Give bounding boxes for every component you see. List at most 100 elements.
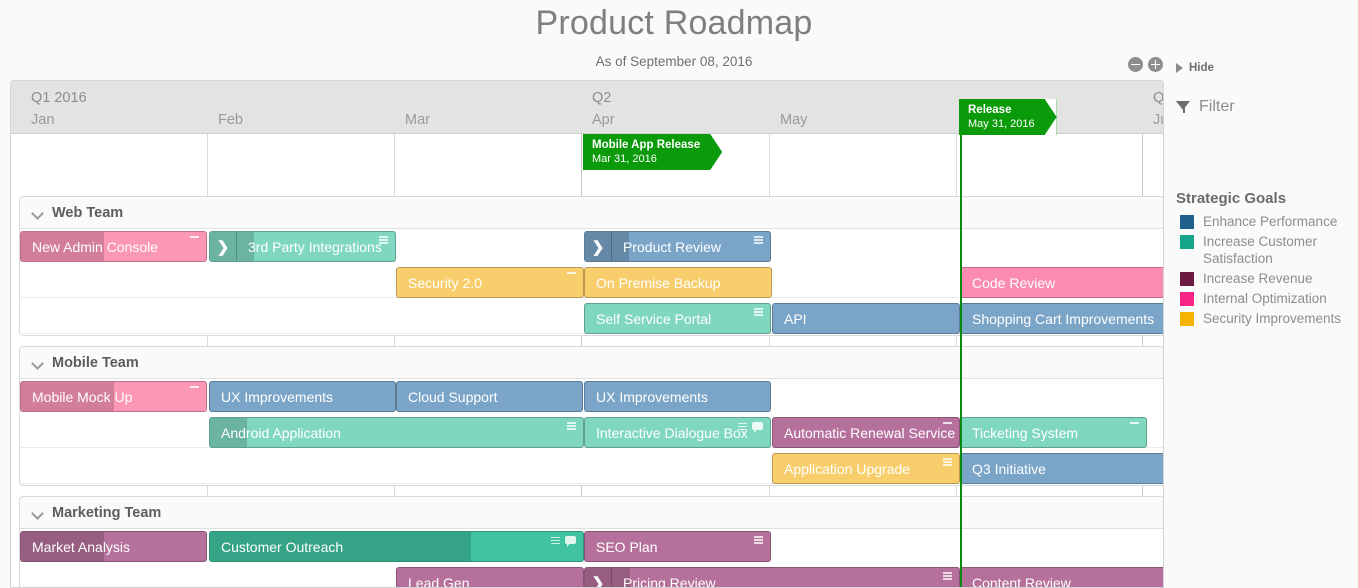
chevron-right-icon[interactable]: ❯ [585,568,612,588]
chevron-right-icon[interactable]: ❯ [210,232,237,261]
legend-label: Increase Customer Satisfaction [1203,233,1358,267]
task-bar[interactable]: Code Review [960,267,1164,298]
task-bar[interactable]: On Premise Backup [584,267,772,298]
chevron-down-icon[interactable] [32,506,45,519]
chevron-down-icon[interactable] [32,206,45,219]
menu-icon[interactable] [754,536,763,543]
comment-icon[interactable] [752,422,763,430]
menu-icon[interactable] [754,308,763,315]
task-bar[interactable]: Automatic Renewal Service [772,417,960,448]
milestone-body: Mobile App ReleaseMar 31, 2016 [583,134,722,170]
menu-icon[interactable] [738,423,747,430]
task-bar[interactable]: Shopping Cart Improvements [960,303,1164,334]
task-bar[interactable]: Content Review [960,567,1164,588]
group-header[interactable]: Marketing Team [20,497,1164,529]
milestone-flag[interactable]: ReleaseMay 31, 2016 [959,99,1057,135]
chevron-down-icon[interactable] [32,356,45,369]
filter-button[interactable]: Filter [1176,98,1358,116]
task-bar[interactable]: Interactive Dialogue Box [584,417,771,448]
task-bar[interactable]: Security 2.0 [396,267,584,298]
task-bar[interactable]: UX Improvements [584,381,771,412]
task-bar[interactable]: Ticketing System [960,417,1147,448]
task-label: Product Review [612,239,721,255]
hide-toggle[interactable]: Hide [1176,62,1358,74]
task-bar[interactable]: Lead Gen [396,567,584,588]
menu-icon[interactable] [754,236,763,243]
dash-icon[interactable] [567,272,576,274]
task-label: UX Improvements [585,389,708,405]
milestone-body: ReleaseMay 31, 2016 [959,99,1057,135]
task-icons [567,422,576,429]
legend-label: Security Improvements [1203,310,1341,327]
today-marker-line [960,134,962,588]
group-header[interactable]: Web Team [20,197,1164,229]
milestone-title: Mobile App Release [592,138,700,152]
task-bar[interactable]: Customer Outreach [209,531,584,562]
task-bar[interactable]: Application Upgrade [772,453,960,484]
task-label: Lead Gen [397,575,470,588]
group-body: Mobile Mock UpUX ImprovementsCloud Suppo… [20,379,1164,486]
comment-icon[interactable] [565,536,576,544]
task-label: On Premise Backup [585,275,721,291]
task-icons [379,236,388,243]
menu-icon[interactable] [379,236,388,243]
month-label: Jan [31,112,54,128]
task-bar[interactable]: Cloud Support [396,381,583,412]
task-icons [190,386,199,388]
task-icons [754,536,763,543]
legend-item[interactable]: Increase Customer Satisfaction [1176,233,1358,267]
strategic-goals-legend: Strategic Goals Enhance PerformanceIncre… [1176,190,1358,327]
legend-items: Enhance Performance Increase Customer Sat… [1176,213,1358,327]
task-bar[interactable]: New Admin Console [20,231,207,262]
menu-icon[interactable] [551,537,560,544]
task-bar[interactable]: SEO Plan [584,531,771,562]
task-label: 3rd Party Integrations [237,239,382,255]
task-bar[interactable]: ❯Pricing Review [584,567,960,588]
dash-icon[interactable] [190,386,199,388]
task-label: Content Review [961,575,1071,588]
legend-item[interactable]: Increase Revenue [1176,270,1358,287]
task-label: Ticketing System [961,425,1078,441]
task-bar[interactable]: ❯Product Review [584,231,771,262]
task-icons [754,308,763,315]
chevron-right-icon[interactable]: ❯ [585,232,612,261]
task-bar[interactable]: Android Application [209,417,584,448]
task-label: Pricing Review [612,575,716,588]
task-label: New Admin Console [21,239,158,255]
dash-icon[interactable] [1130,422,1139,424]
task-label: Code Review [961,275,1055,291]
dash-icon[interactable] [943,422,952,424]
task-bar[interactable]: UX Improvements [209,381,396,412]
dash-icon[interactable] [190,236,199,238]
timeline-header[interactable]: Q1 2016Q2Q3JanFebMarAprMayJulReleaseMay … [11,81,1163,134]
task-icons [190,236,199,238]
task-bar[interactable]: ❯3rd Party Integrations [209,231,396,262]
quarter-label: Q2 [592,90,611,106]
filter-label: Filter [1199,98,1235,116]
menu-icon[interactable] [943,458,952,465]
task-icons [567,272,576,274]
legend-item[interactable]: Enhance Performance [1176,213,1358,230]
task-bar[interactable]: Q3 Initiative [960,453,1164,484]
task-bar[interactable]: API [772,303,960,334]
month-label: May [780,112,807,128]
task-bar[interactable]: Mobile Mock Up [20,381,207,412]
group-header[interactable]: Mobile Team [20,347,1164,379]
menu-icon[interactable] [943,572,952,579]
task-label: API [773,311,807,327]
menu-icon[interactable] [567,422,576,429]
zoom-in-button[interactable] [1148,57,1163,72]
task-label: Application Upgrade [773,461,910,477]
task-bar[interactable]: Self Service Portal [584,303,771,334]
milestone-flag[interactable]: Mobile App ReleaseMar 31, 2016 [583,134,722,170]
milestone-notch [710,134,722,170]
legend-item[interactable]: Security Improvements [1176,310,1358,327]
task-label: UX Improvements [210,389,333,405]
sidebar: Hide Filter Strategic Goals Enhance Perf… [1176,62,1358,330]
zoom-out-button[interactable] [1128,57,1143,72]
legend-swatch [1180,312,1194,326]
task-bar[interactable]: Market Analysis [20,531,207,562]
month-label: Jul [1153,112,1164,128]
task-label: Automatic Renewal Service [773,425,955,441]
legend-item[interactable]: Internal Optimization [1176,290,1358,307]
